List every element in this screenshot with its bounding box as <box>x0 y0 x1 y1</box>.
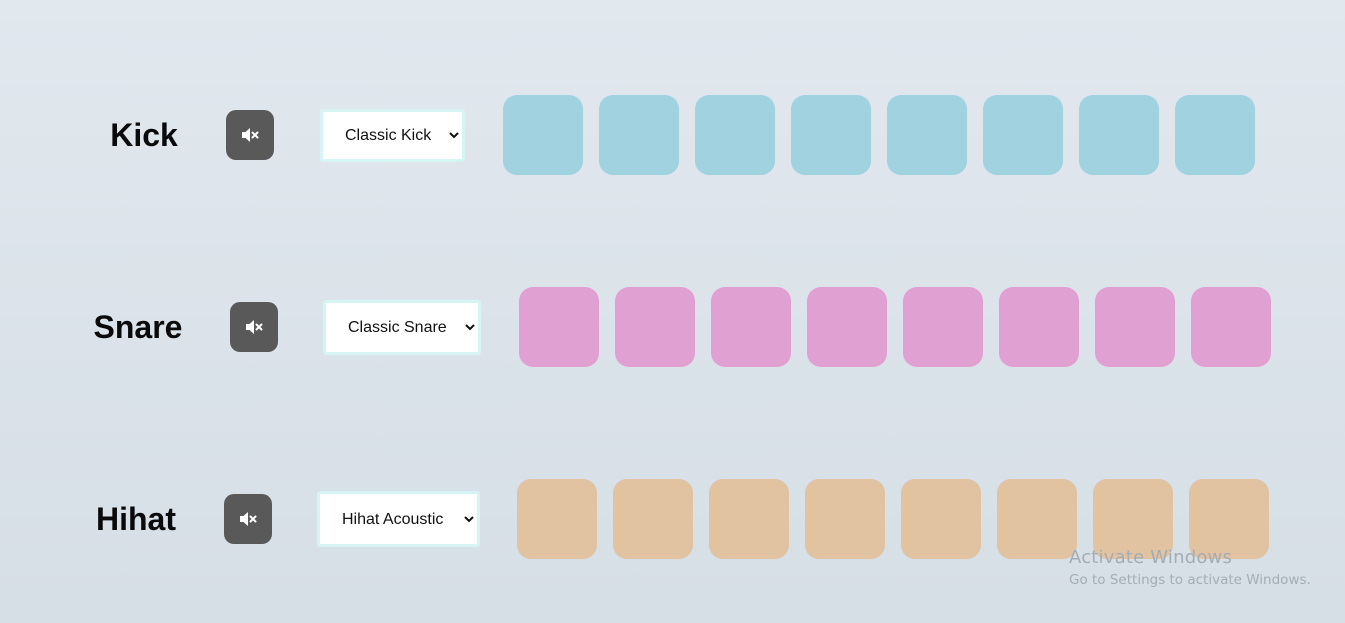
sound-select-snare[interactable]: Classic Snare <box>323 300 481 355</box>
step-pad-kick-1[interactable] <box>503 95 583 175</box>
watermark-subtitle: Go to Settings to activate Windows. <box>1069 572 1311 588</box>
watermark-title: Activate Windows <box>1069 547 1233 568</box>
sound-select-kick[interactable]: Classic Kick <box>320 109 465 162</box>
step-pad-kick-2[interactable] <box>599 95 679 175</box>
step-pad-kick-8[interactable] <box>1175 95 1255 175</box>
step-pad-hihat-6[interactable] <box>997 479 1077 559</box>
mute-button-kick[interactable] <box>226 110 274 160</box>
step-pad-hihat-4[interactable] <box>805 479 885 559</box>
track-snare: Snare Classic Snare <box>0 287 1345 367</box>
step-pad-snare-2[interactable] <box>615 287 695 367</box>
step-pad-snare-7[interactable] <box>1095 287 1175 367</box>
step-pad-kick-7[interactable] <box>1079 95 1159 175</box>
step-pad-hihat-2[interactable] <box>613 479 693 559</box>
step-pad-snare-5[interactable] <box>903 287 983 367</box>
speaker-muted-icon <box>238 511 258 527</box>
speaker-muted-icon <box>244 319 264 335</box>
step-pad-kick-4[interactable] <box>791 95 871 175</box>
step-pad-hihat-1[interactable] <box>517 479 597 559</box>
step-pad-hihat-5[interactable] <box>901 479 981 559</box>
mute-button-snare[interactable] <box>230 302 278 352</box>
step-pad-kick-3[interactable] <box>695 95 775 175</box>
step-pad-kick-6[interactable] <box>983 95 1063 175</box>
step-pad-snare-8[interactable] <box>1191 287 1271 367</box>
track-name-kick: Kick <box>110 117 178 153</box>
activation-watermark: Activate Windows Go to Settings to activ… <box>1069 547 1311 590</box>
step-pad-snare-3[interactable] <box>711 287 791 367</box>
track-name-snare: Snare <box>93 309 183 345</box>
track-kick: Kick Classic Kick <box>0 95 1345 175</box>
step-pad-kick-5[interactable] <box>887 95 967 175</box>
step-pad-snare-4[interactable] <box>807 287 887 367</box>
step-pad-snare-6[interactable] <box>999 287 1079 367</box>
step-pad-hihat-3[interactable] <box>709 479 789 559</box>
speaker-muted-icon <box>240 127 260 143</box>
mute-button-hihat[interactable] <box>224 494 272 544</box>
track-name-hihat: Hihat <box>96 501 176 537</box>
step-pad-snare-1[interactable] <box>519 287 599 367</box>
sound-select-hihat[interactable]: Hihat Acoustic <box>317 491 480 547</box>
